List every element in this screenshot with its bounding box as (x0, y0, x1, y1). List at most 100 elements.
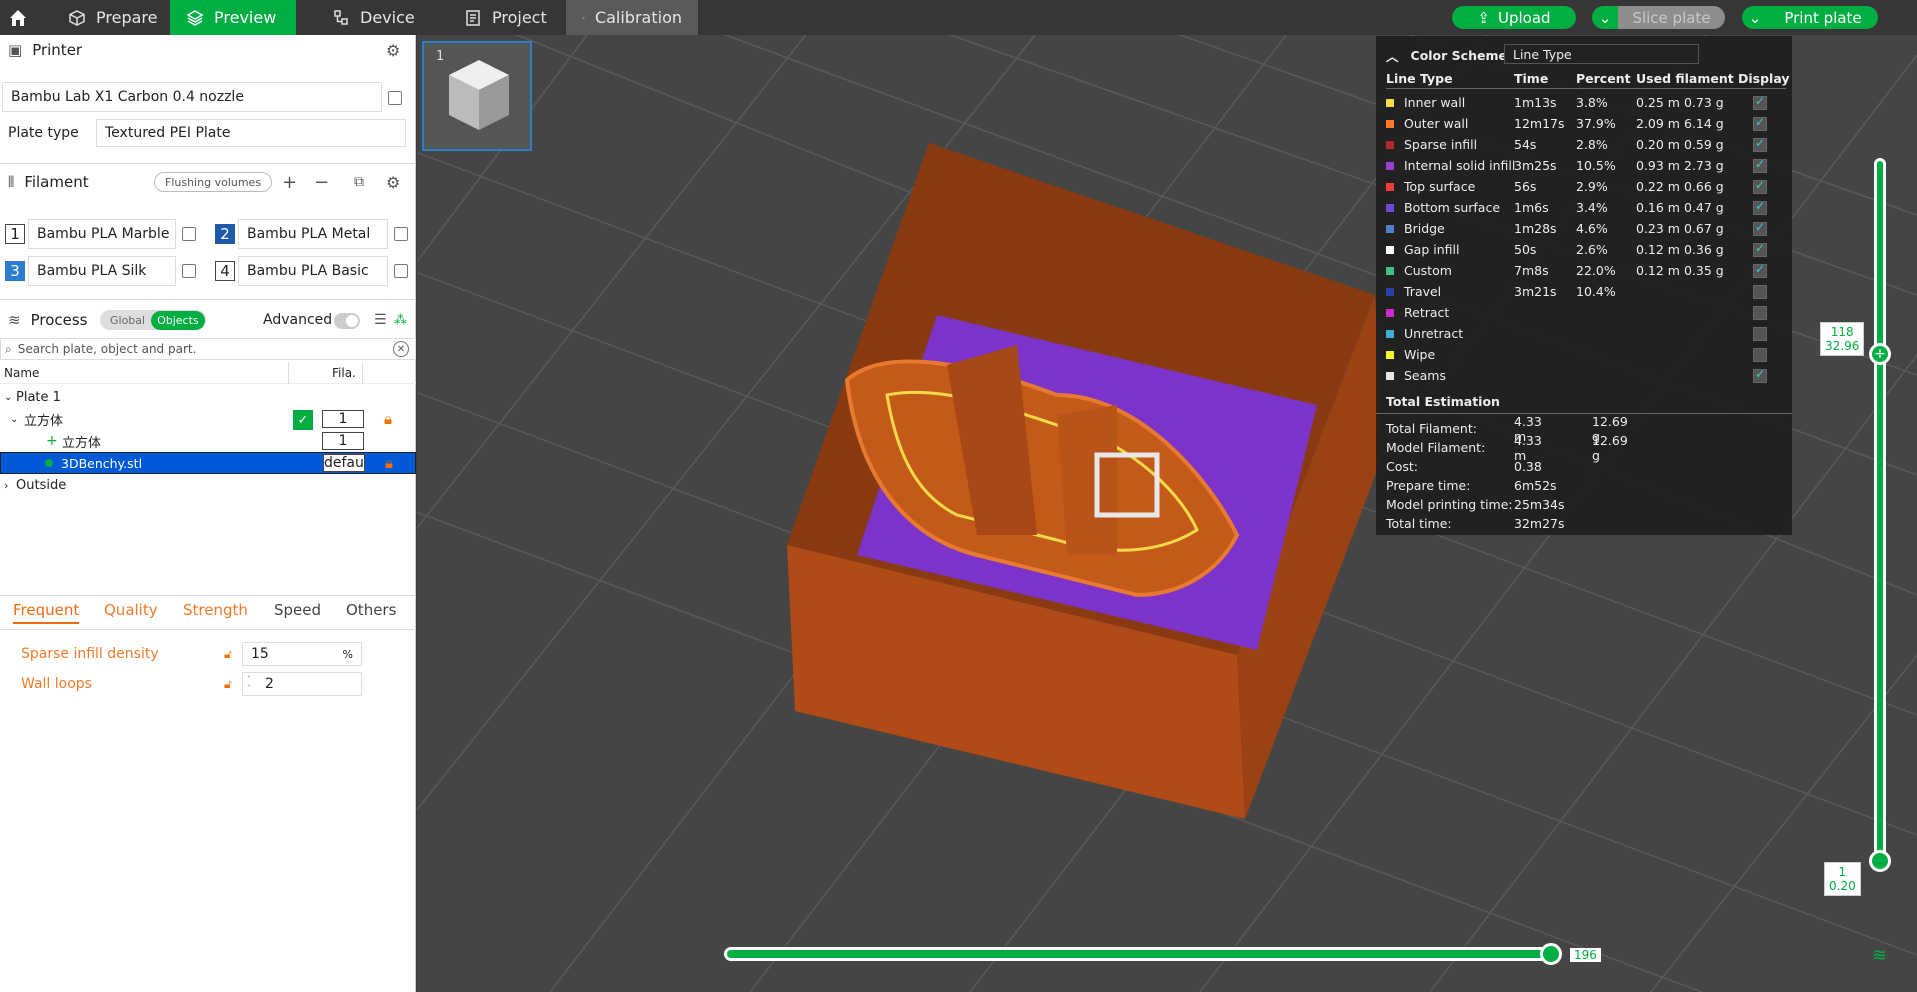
gear-icon[interactable]: ⚙ (386, 173, 400, 192)
filament-index[interactable]: 1 (322, 432, 364, 450)
printer-select[interactable]: Bambu Lab X1 Carbon 0.4 nozzle (2, 82, 382, 112)
display-checkbox[interactable] (1753, 178, 1767, 194)
chevron-down-icon[interactable]: ⌄ (4, 392, 12, 403)
stepper-icon[interactable]: ˄ ˅ (247, 675, 251, 693)
gear-icon[interactable]: ⚙ (386, 41, 400, 60)
tab-prepare[interactable]: Prepare (52, 0, 173, 35)
lock-icon[interactable]: 🔒︎ (385, 454, 393, 472)
tab-frequent[interactable]: Frequent (13, 601, 80, 624)
minus-icon[interactable]: − (314, 172, 329, 193)
line-weight: 0.35 g (1684, 263, 1724, 278)
line-percent: 37.9% (1576, 116, 1616, 131)
filament-name: Bambu PLA Basic (247, 263, 369, 279)
display-checkbox[interactable] (1753, 241, 1767, 257)
edit-icon[interactable] (394, 264, 408, 278)
line-weight: 0.66 g (1684, 179, 1724, 194)
color-swatch (1386, 161, 1394, 170)
plate-thumbnail[interactable]: 1 (422, 41, 532, 151)
line-percent: 2.6% (1576, 242, 1608, 257)
layer-range-slider[interactable] (1874, 158, 1886, 863)
search-input[interactable]: ⌕ Search plate, object and part. ✕ (0, 338, 416, 360)
tab-strength[interactable]: Strength (183, 601, 248, 619)
infill-density-input[interactable]: 15 % (242, 642, 362, 666)
checkbox-icon[interactable]: ✓ (293, 410, 313, 430)
line-type-name: Retract (1404, 305, 1450, 320)
display-checkbox[interactable] (1753, 115, 1767, 131)
display-checkbox[interactable] (1753, 94, 1767, 110)
tree-row-part-selected[interactable]: 3DBenchy.stl defaul 🔒︎ (0, 452, 416, 474)
line-type-name: Internal solid infill (1404, 158, 1516, 173)
bottom-layer-handle[interactable] (1869, 850, 1891, 872)
display-checkbox[interactable] (1753, 367, 1767, 383)
lock-icon[interactable]: 🔒︎ (384, 410, 392, 428)
tree-row-outside[interactable]: › Outside (0, 474, 416, 496)
chevron-down-icon[interactable]: ⌄ (10, 414, 18, 425)
display-checkbox[interactable] (1753, 136, 1767, 152)
display-checkbox[interactable] (1753, 157, 1767, 173)
legend-row: Custom 7m8s 22.0% 0.12 m 0.35 g (1386, 260, 1786, 281)
legend-row: Bridge 1m28s 4.6% 0.23 m 0.67 g (1386, 218, 1786, 239)
tab-others[interactable]: Others (346, 601, 396, 619)
edit-icon[interactable] (394, 227, 408, 241)
line-length: 0.25 m (1636, 95, 1680, 110)
total-row: Model printing time: 25m34s (1386, 495, 1565, 514)
plate-type-select[interactable]: Textured PEI Plate (96, 119, 406, 147)
chevron-down-icon[interactable]: ⌄ (1742, 6, 1768, 29)
chevron-right-icon[interactable]: › (4, 479, 8, 492)
display-checkbox[interactable] (1753, 262, 1767, 278)
line-type-name: Wipe (1404, 347, 1436, 362)
tree-row-part[interactable]: + 立方体 1 (0, 430, 416, 452)
total-value: 4.33 m (1514, 432, 1542, 463)
edit-icon[interactable] (182, 264, 196, 278)
filament-select[interactable]: Bambu PLA Basic (238, 256, 388, 286)
display-checkbox[interactable] (1753, 284, 1767, 299)
sync-icon[interactable]: ⧉ (354, 174, 364, 190)
filament-index[interactable]: defaul (323, 454, 365, 472)
setting-value: 2 (265, 676, 274, 692)
display-checkbox[interactable] (1753, 220, 1767, 236)
tab-preview[interactable]: Preview (170, 0, 296, 35)
close-icon[interactable]: ✕ (393, 341, 409, 357)
tree-icon[interactable]: ⁂ (394, 313, 407, 328)
lock-icon[interactable]: 🔓︎ (224, 647, 232, 662)
color-swatch (1386, 182, 1394, 191)
advanced-toggle[interactable] (334, 313, 360, 329)
display-checkbox[interactable] (1753, 326, 1767, 341)
list-icon[interactable]: ☰ (374, 312, 387, 328)
tab-quality[interactable]: Quality (104, 601, 158, 619)
tab-calibration[interactable]: Calibration (566, 0, 698, 35)
home-icon[interactable] (0, 0, 36, 35)
tab-speed[interactable]: Speed (274, 601, 321, 619)
color-swatch (1386, 266, 1394, 275)
display-checkbox[interactable] (1753, 347, 1767, 362)
tab-project[interactable]: Project (448, 0, 563, 35)
edit-icon[interactable] (388, 91, 402, 105)
gcode-move-slider[interactable] (724, 947, 1556, 961)
filament-index[interactable]: 1 (322, 410, 364, 428)
tree-row-object[interactable]: ⌄ 立方体 ✓ 1 🔒︎ (0, 408, 416, 430)
tree-row-plate[interactable]: ⌄ Plate 1 (0, 386, 416, 408)
plate-type-label: Plate type (8, 125, 79, 141)
chevron-down-icon[interactable]: ⌄ (1592, 6, 1618, 29)
color-scheme-select[interactable]: Line Type (1504, 44, 1699, 64)
global-objects-toggle[interactable]: Global Objects (100, 310, 206, 330)
tab-device[interactable]: Device (316, 0, 431, 35)
top-layer-handle[interactable]: + (1869, 343, 1891, 365)
lock-icon[interactable]: 🔓︎ (224, 677, 232, 692)
wall-loops-stepper[interactable]: ˄ ˅ 2 (242, 672, 362, 696)
layers-icon[interactable]: ≋ (1872, 945, 1887, 966)
move-handle[interactable] (1540, 943, 1562, 965)
filament-select[interactable]: Bambu PLA Metal (238, 219, 388, 249)
flushing-volumes-button[interactable]: Flushing volumes (154, 172, 273, 192)
print-plate-button[interactable]: Print plate (1768, 6, 1878, 29)
filament-select[interactable]: Bambu PLA Marble (28, 219, 176, 249)
line-time: 12m17s (1514, 116, 1565, 131)
filament-select[interactable]: Bambu PLA Silk (28, 256, 176, 286)
display-checkbox[interactable] (1753, 199, 1767, 215)
add-icon[interactable]: + (282, 172, 297, 193)
slice-plate-button[interactable]: Slice plate (1618, 6, 1725, 29)
chevron-up-icon[interactable]: ︿ (1386, 46, 1399, 65)
upload-button[interactable]: ⇪ Upload (1452, 6, 1576, 29)
edit-icon[interactable] (182, 227, 196, 241)
display-checkbox[interactable] (1753, 305, 1767, 320)
